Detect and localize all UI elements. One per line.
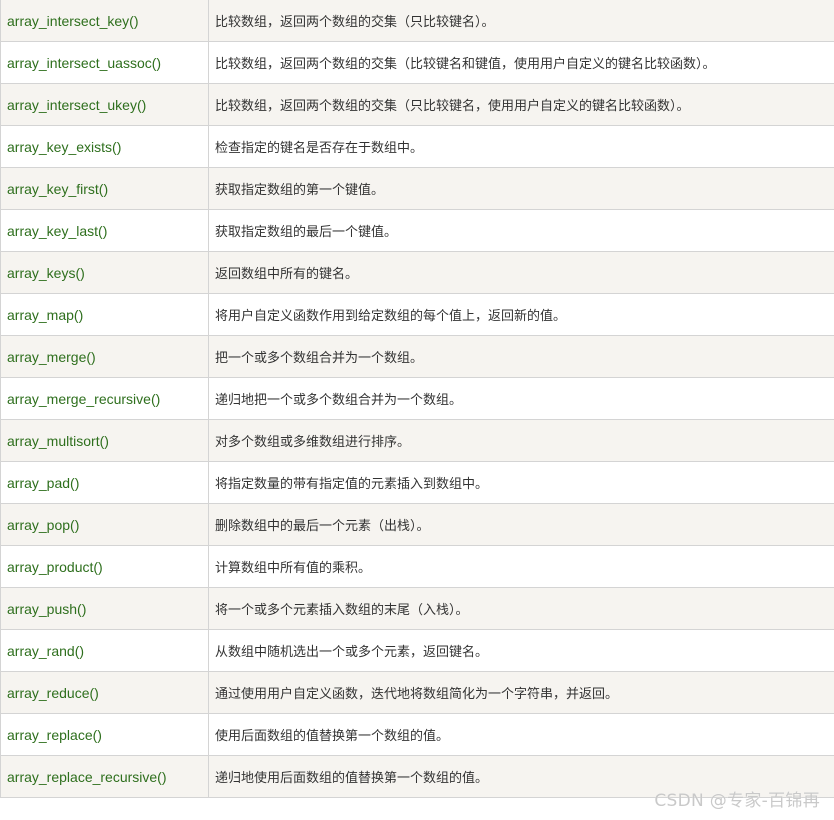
function-name-cell: array_key_exists() <box>0 125 209 168</box>
function-description: 获取指定数组的最后一个键值。 <box>208 209 834 252</box>
function-link[interactable]: array_replace() <box>7 727 102 743</box>
function-name-cell: array_product() <box>0 545 209 588</box>
function-name-cell: array_merge() <box>0 335 209 378</box>
table-row: array_key_exists() 检查指定的键名是否存在于数组中。 <box>0 125 834 168</box>
function-name-cell: array_rand() <box>0 629 209 672</box>
function-description: 返回数组中所有的键名。 <box>208 251 834 294</box>
function-link[interactable]: array_pop() <box>7 517 79 533</box>
function-link[interactable]: array_key_first() <box>7 181 108 197</box>
function-name-cell: array_push() <box>0 587 209 630</box>
function-description: 对多个数组或多维数组进行排序。 <box>208 419 834 462</box>
function-name-cell: array_pop() <box>0 503 209 546</box>
table-row: array_reduce() 通过使用用户自定义函数，迭代地将数组简化为一个字符串… <box>0 671 834 714</box>
function-description: 计算数组中所有值的乘积。 <box>208 545 834 588</box>
function-link[interactable]: array_intersect_uassoc() <box>7 55 161 71</box>
function-link[interactable]: array_merge_recursive() <box>7 391 160 407</box>
function-name-cell: array_replace() <box>0 713 209 756</box>
function-link[interactable]: array_map() <box>7 307 83 323</box>
table-body: array_intersect_key() 比较数组，返回两个数组的交集（只比较键… <box>0 0 834 798</box>
table-row: array_map() 将用户自定义函数作用到给定数组的每个值上，返回新的值。 <box>0 293 834 336</box>
function-description: 删除数组中的最后一个元素（出栈）。 <box>208 503 834 546</box>
function-link[interactable]: array_keys() <box>7 265 85 281</box>
function-name-cell: array_intersect_key() <box>0 0 209 42</box>
function-description: 将一个或多个元素插入数组的末尾（入栈）。 <box>208 587 834 630</box>
table-row: array_intersect_uassoc() 比较数组，返回两个数组的交集（比… <box>0 41 834 84</box>
table-row: array_merge() 把一个或多个数组合并为一个数组。 <box>0 335 834 378</box>
function-name-cell: array_intersect_ukey() <box>0 83 209 126</box>
function-name-cell: array_map() <box>0 293 209 336</box>
table-row: array_keys() 返回数组中所有的键名。 <box>0 251 834 294</box>
function-description: 将指定数量的带有指定值的元素插入到数组中。 <box>208 461 834 504</box>
function-link[interactable]: array_intersect_key() <box>7 13 139 29</box>
function-reference-table: array_intersect_key() 比较数组，返回两个数组的交集（只比较键… <box>0 0 834 798</box>
function-description: 通过使用用户自定义函数，迭代地将数组简化为一个字符串，并返回。 <box>208 671 834 714</box>
function-description: 从数组中随机选出一个或多个元素，返回键名。 <box>208 629 834 672</box>
table-row: array_product() 计算数组中所有值的乘积。 <box>0 545 834 588</box>
table-row: array_push() 将一个或多个元素插入数组的末尾（入栈）。 <box>0 587 834 630</box>
table-row: array_pop() 删除数组中的最后一个元素（出栈）。 <box>0 503 834 546</box>
function-description: 递归地把一个或多个数组合并为一个数组。 <box>208 377 834 420</box>
function-description: 递归地使用后面数组的值替换第一个数组的值。 <box>208 755 834 798</box>
table-row: array_replace_recursive() 递归地使用后面数组的值替换第一… <box>0 755 834 798</box>
table-row: array_intersect_key() 比较数组，返回两个数组的交集（只比较键… <box>0 0 834 42</box>
function-name-cell: array_merge_recursive() <box>0 377 209 420</box>
function-link[interactable]: array_merge() <box>7 349 96 365</box>
table-row: array_key_first() 获取指定数组的第一个键值。 <box>0 167 834 210</box>
function-description: 获取指定数组的第一个键值。 <box>208 167 834 210</box>
function-name-cell: array_intersect_uassoc() <box>0 41 209 84</box>
function-link[interactable]: array_rand() <box>7 643 84 659</box>
function-link[interactable]: array_key_last() <box>7 223 107 239</box>
function-link[interactable]: array_key_exists() <box>7 139 121 155</box>
table-row: array_replace() 使用后面数组的值替换第一个数组的值。 <box>0 713 834 756</box>
function-name-cell: array_keys() <box>0 251 209 294</box>
function-description: 检查指定的键名是否存在于数组中。 <box>208 125 834 168</box>
table-row: array_pad() 将指定数量的带有指定值的元素插入到数组中。 <box>0 461 834 504</box>
function-link[interactable]: array_pad() <box>7 475 79 491</box>
function-name-cell: array_key_last() <box>0 209 209 252</box>
function-description: 比较数组，返回两个数组的交集（比较键名和键值，使用用户自定义的键名比较函数）。 <box>208 41 834 84</box>
function-description: 将用户自定义函数作用到给定数组的每个值上，返回新的值。 <box>208 293 834 336</box>
table-row: array_intersect_ukey() 比较数组，返回两个数组的交集（只比较… <box>0 83 834 126</box>
function-link[interactable]: array_push() <box>7 601 86 617</box>
table-row: array_rand() 从数组中随机选出一个或多个元素，返回键名。 <box>0 629 834 672</box>
function-description: 使用后面数组的值替换第一个数组的值。 <box>208 713 834 756</box>
function-description: 比较数组，返回两个数组的交集（只比较键名）。 <box>208 0 834 42</box>
function-link[interactable]: array_replace_recursive() <box>7 769 167 785</box>
function-name-cell: array_multisort() <box>0 419 209 462</box>
function-name-cell: array_reduce() <box>0 671 209 714</box>
function-link[interactable]: array_multisort() <box>7 433 109 449</box>
function-name-cell: array_pad() <box>0 461 209 504</box>
function-description: 把一个或多个数组合并为一个数组。 <box>208 335 834 378</box>
function-name-cell: array_replace_recursive() <box>0 755 209 798</box>
function-link[interactable]: array_reduce() <box>7 685 99 701</box>
function-link[interactable]: array_intersect_ukey() <box>7 97 146 113</box>
table-row: array_key_last() 获取指定数组的最后一个键值。 <box>0 209 834 252</box>
table-row: array_multisort() 对多个数组或多维数组进行排序。 <box>0 419 834 462</box>
function-description: 比较数组，返回两个数组的交集（只比较键名，使用用户自定义的键名比较函数）。 <box>208 83 834 126</box>
function-name-cell: array_key_first() <box>0 167 209 210</box>
table-row: array_merge_recursive() 递归地把一个或多个数组合并为一个数… <box>0 377 834 420</box>
function-link[interactable]: array_product() <box>7 559 103 575</box>
